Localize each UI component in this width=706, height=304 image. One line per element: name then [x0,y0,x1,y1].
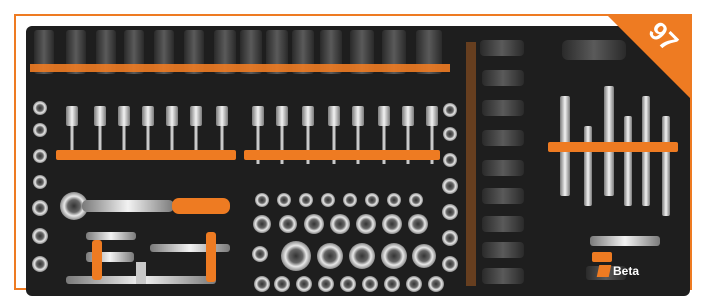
brand-text: Beta [613,264,640,278]
brand-logo: Beta [596,264,640,278]
long-bit-set [548,86,678,216]
extension-bars [66,232,230,284]
impact-socket-column [466,40,524,286]
center-socket-column [442,103,458,272]
left-socket-column [32,101,48,272]
ratchet-wrench [60,192,230,220]
bit-socket-row [56,106,440,164]
brand-mark-icon [596,265,612,277]
socket-grid [252,193,444,292]
deep-socket-row [30,30,450,74]
tools-illustration [30,30,678,292]
